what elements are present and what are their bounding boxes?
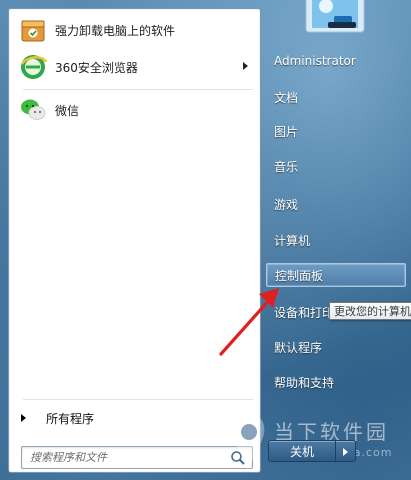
item-label: 帮助和支持 <box>274 375 335 390</box>
program-item-wechat[interactable]: 微信 <box>13 93 256 127</box>
program-list-panel: 强力卸载电脑上的软件 360安全浏览器 微信 所有程序 <box>8 8 261 473</box>
pictures-link[interactable]: 图片 <box>266 119 406 143</box>
program-item-360-browser[interactable]: 360安全浏览器 <box>13 50 256 84</box>
games-link[interactable]: 游戏 <box>266 192 406 216</box>
program-item-uninstaller[interactable]: 强力卸载电脑上的软件 <box>13 13 256 47</box>
default-programs-link[interactable]: 默认程序 <box>266 335 406 359</box>
item-label: 控制面板 <box>275 268 324 283</box>
user-name-link[interactable]: Administrator <box>266 49 406 73</box>
item-label: Administrator <box>274 54 356 68</box>
all-programs-button[interactable]: 所有程序 <box>19 405 257 431</box>
documents-link[interactable]: 文档 <box>266 85 406 109</box>
uninstall-box-icon <box>21 20 45 42</box>
360-browser-icon <box>20 55 47 79</box>
submenu-arrow-icon <box>243 62 248 70</box>
arrow-right-icon <box>343 448 348 456</box>
item-label: 计算机 <box>274 233 311 248</box>
divider <box>23 89 253 90</box>
item-label: 文档 <box>274 90 299 105</box>
shutdown-options-button[interactable] <box>336 440 356 462</box>
search-box[interactable] <box>21 446 253 469</box>
annotation-arrow-icon <box>219 288 279 356</box>
all-programs-label: 所有程序 <box>46 411 95 426</box>
arrow-right-icon <box>21 414 26 422</box>
watermark-logo-icon <box>232 414 265 470</box>
tooltip: 更改您的计算机 <box>329 302 411 320</box>
help-support-link[interactable]: 帮助和支持 <box>266 370 406 394</box>
program-label: 微信 <box>55 103 80 118</box>
user-picture[interactable] <box>304 0 366 34</box>
item-label: 游戏 <box>274 197 299 212</box>
search-input[interactable] <box>22 447 230 468</box>
control-panel-link[interactable]: 控制面板 <box>266 263 406 287</box>
wechat-icon <box>21 99 46 120</box>
music-link[interactable]: 音乐 <box>266 154 406 178</box>
program-label: 强力卸载电脑上的软件 <box>55 23 176 38</box>
computer-link[interactable]: 计算机 <box>266 228 406 252</box>
item-label: 音乐 <box>274 159 299 174</box>
shutdown-button[interactable]: 关机 <box>268 440 336 462</box>
shutdown-label: 关机 <box>289 444 314 459</box>
program-label: 360安全浏览器 <box>55 60 138 75</box>
divider <box>23 399 253 400</box>
item-label: 图片 <box>274 124 299 139</box>
